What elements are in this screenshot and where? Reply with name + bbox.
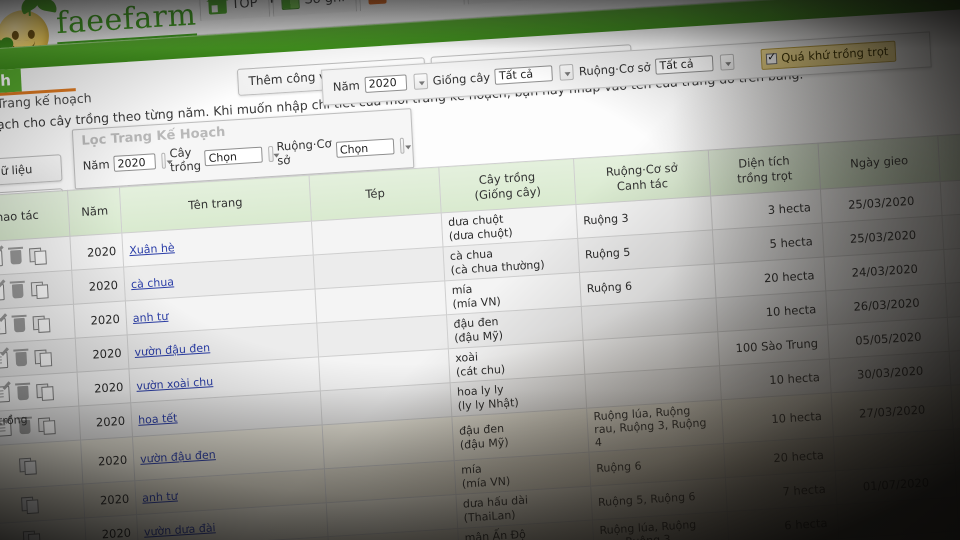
past-cultivation-label: Quá khứ trồng trọt bbox=[781, 44, 889, 65]
edit-icon[interactable] bbox=[0, 385, 10, 402]
copy-icon[interactable] bbox=[18, 457, 35, 473]
tab-so-ghi[interactable]: Sổ ghi bbox=[272, 0, 358, 17]
tab-label: TOP bbox=[231, 0, 258, 12]
edit-icon[interactable] bbox=[0, 284, 5, 301]
home-icon bbox=[208, 0, 227, 15]
filterbar-variety-select[interactable]: Tất cả bbox=[495, 65, 554, 85]
copy-icon[interactable] bbox=[22, 530, 39, 540]
plan-table-container: Thao tác Năm Tên trang Tép Cây trồng (Gi… bbox=[0, 125, 960, 540]
tab-trong-trot[interactable]: Trồng trọt bbox=[466, 0, 575, 4]
past-cultivation-group-label: Quá khứ trồng trọt bbox=[0, 413, 32, 447]
row-year: 2020 bbox=[79, 403, 133, 440]
edit-icon[interactable] bbox=[0, 250, 3, 267]
filterbar-field-label: Ruộng·Cơ sở bbox=[579, 60, 651, 78]
row-area: 10 hecta bbox=[721, 393, 833, 444]
screenshot-scene: faeefarm Nhật ký sản xuất Anh T... TOP S… bbox=[0, 0, 960, 540]
copy-icon[interactable] bbox=[34, 349, 51, 365]
col-plant-date: Ngày trồng bbox=[938, 128, 960, 181]
row-year: 2020 bbox=[72, 267, 126, 304]
col-year: Năm bbox=[68, 187, 122, 236]
delete-icon[interactable] bbox=[17, 385, 29, 400]
row-year: 2020 bbox=[81, 437, 135, 484]
filter-year-label: Năm bbox=[82, 157, 110, 173]
plan-link[interactable]: anh tư bbox=[142, 489, 178, 504]
filter-crop-select[interactable]: Chọn bbox=[204, 147, 263, 167]
plan-link[interactable]: vườn xoài chu bbox=[136, 375, 213, 393]
edit-icon[interactable] bbox=[0, 318, 6, 335]
plan-link[interactable]: cà chua bbox=[131, 275, 175, 291]
filterbar-field-select[interactable]: Tất cả bbox=[655, 55, 714, 75]
col-tep: Tép bbox=[309, 167, 441, 221]
plan-link[interactable]: vườn đậu đen bbox=[140, 448, 216, 466]
filter-year-select[interactable]: 2020 bbox=[113, 153, 156, 172]
row-actions bbox=[0, 440, 83, 491]
copy-icon[interactable] bbox=[29, 247, 46, 263]
filterbar-year-label: Năm bbox=[333, 78, 361, 94]
filter-crop-label: Cây trồng bbox=[169, 144, 201, 174]
chevron-down-icon[interactable] bbox=[161, 153, 166, 169]
delete-icon[interactable] bbox=[12, 283, 24, 298]
tab-label: Kế hoạch bbox=[391, 0, 452, 2]
tab-label: Sổ ghi bbox=[304, 0, 345, 7]
tab-ke-hoach[interactable]: 31 Kế hoạch bbox=[359, 0, 465, 11]
delete-icon[interactable] bbox=[15, 351, 27, 366]
plan-link[interactable]: Xuân hè bbox=[129, 241, 175, 257]
copy-icon[interactable] bbox=[21, 496, 38, 512]
row-year: 2020 bbox=[75, 335, 129, 372]
col-area: Diện tích trồng trọt bbox=[708, 143, 820, 196]
copy-icon[interactable] bbox=[31, 281, 48, 297]
row-sow-date: 27/03/2020 bbox=[831, 385, 953, 436]
row-year: 2020 bbox=[85, 515, 139, 540]
row-plant-date: 27/03/2020 bbox=[951, 378, 960, 429]
filterbar-year-select[interactable]: 2020 bbox=[364, 74, 407, 93]
chevron-down-icon[interactable] bbox=[559, 63, 574, 80]
plan-link[interactable]: vườn dưa đài bbox=[144, 521, 216, 538]
copy-icon[interactable] bbox=[33, 315, 50, 331]
edit-icon[interactable] bbox=[0, 351, 8, 368]
filterbar-variety-label: Giống cây bbox=[432, 70, 490, 88]
delete-icon[interactable] bbox=[10, 249, 22, 264]
chevron-down-icon[interactable] bbox=[399, 138, 404, 154]
delete-icon[interactable] bbox=[14, 317, 26, 332]
filter-field-select[interactable]: Chọn bbox=[335, 138, 394, 158]
row-area: 6 hecta bbox=[727, 505, 839, 540]
chevron-down-icon[interactable] bbox=[413, 73, 428, 90]
row-year: 2020 bbox=[83, 481, 137, 518]
row-year: 2020 bbox=[70, 233, 124, 270]
col-action: Thao tác bbox=[0, 190, 70, 243]
filter-field-label: Ruộng·Cơ sở bbox=[276, 136, 332, 167]
tab-top[interactable]: TOP bbox=[199, 0, 270, 21]
sidebar-item-nhap-du-lieu[interactable]: Nhập dữ liệu bbox=[0, 154, 63, 190]
copy-icon[interactable] bbox=[38, 417, 55, 433]
past-cultivation-checkbox[interactable]: Quá khứ trồng trọt bbox=[761, 41, 897, 70]
book-icon bbox=[281, 0, 300, 10]
row-year: 2020 bbox=[73, 301, 127, 338]
plan-link[interactable]: vườn đậu đen bbox=[134, 341, 210, 359]
chevron-down-icon[interactable] bbox=[268, 146, 273, 162]
chevron-down-icon[interactable] bbox=[720, 53, 735, 70]
calendar-icon: 31 bbox=[368, 0, 387, 5]
application-page: faeefarm Nhật ký sản xuất Anh T... TOP S… bbox=[0, 0, 960, 540]
plan-link[interactable]: anh tư bbox=[132, 309, 168, 324]
row-year: 2020 bbox=[77, 369, 131, 406]
copy-icon[interactable] bbox=[36, 383, 53, 399]
checkbox-icon[interactable] bbox=[766, 53, 778, 65]
col-sow-date: Ngày gieo bbox=[818, 136, 940, 189]
plan-link[interactable]: hoa tết bbox=[138, 411, 178, 426]
